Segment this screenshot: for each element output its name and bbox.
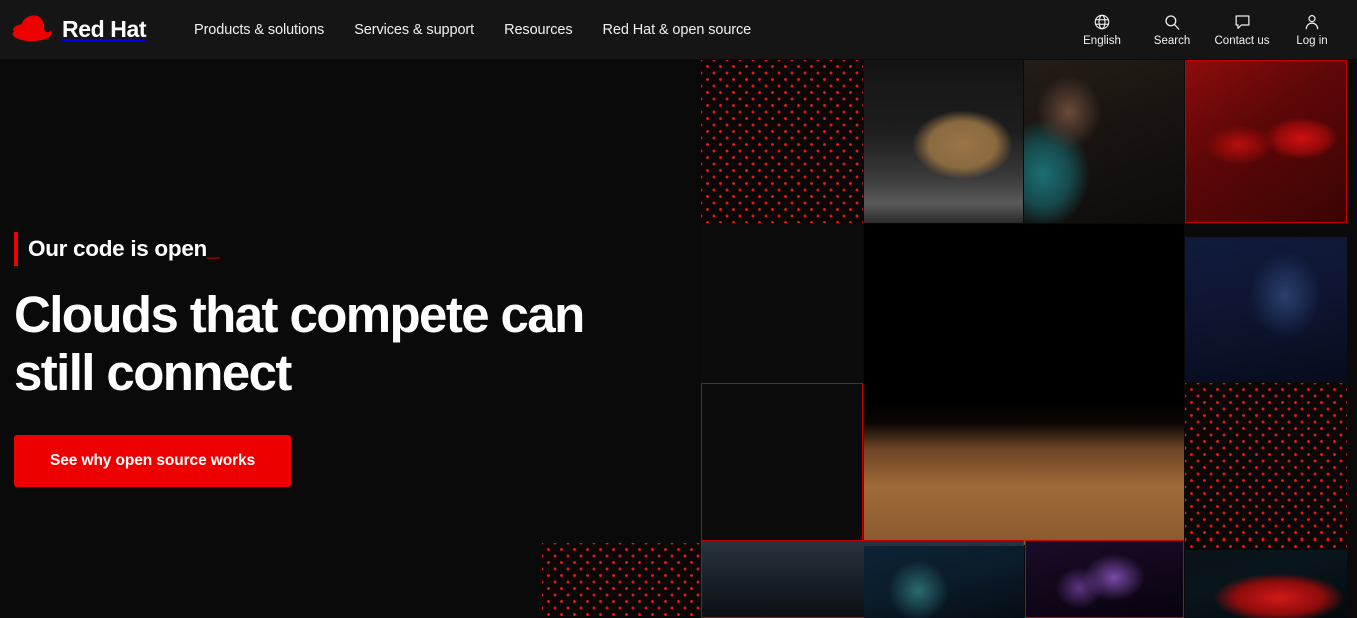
mars-rover-photo	[864, 224, 1184, 545]
nav-item-services-support[interactable]: Services & support	[354, 22, 474, 38]
dot-pattern-strip-right	[1185, 540, 1347, 550]
nav-item-products-solutions[interactable]: Products & solutions	[194, 22, 324, 38]
chat-bubble-icon	[1233, 13, 1252, 32]
user-icon	[1303, 13, 1321, 32]
log-in-button[interactable]: Log in	[1277, 13, 1347, 47]
dot-pattern-tile-bottom	[542, 543, 700, 618]
red-hat-fedora-logo-icon	[6, 12, 58, 48]
audience-crowd-photo	[1025, 540, 1184, 618]
contact-us-button[interactable]: Contact us	[1207, 13, 1277, 47]
top-navigation-bar: Red Hat Products & solutions Services & …	[0, 0, 1357, 59]
red-hat-logo-link[interactable]: Red Hat	[6, 12, 156, 48]
nav-item-red-hat-open-source[interactable]: Red Hat & open source	[603, 22, 752, 38]
hero-eyebrow-row: Our code is open_	[14, 232, 654, 266]
empty-outline-tile	[701, 383, 863, 545]
dot-pattern-tile-right	[1185, 383, 1347, 545]
see-why-open-source-works-button[interactable]: See why open source works	[14, 435, 292, 488]
language-selector[interactable]: English	[1067, 13, 1137, 47]
search-icon	[1163, 13, 1181, 32]
search-button[interactable]: Search	[1137, 13, 1207, 47]
dot-pattern-tile-top-left	[701, 60, 863, 223]
developer-laptop-photo	[864, 546, 1024, 618]
hero-eyebrow-caret: _	[206, 236, 220, 261]
eyebrow-accent-bar	[14, 232, 18, 266]
package-conveyor-photo	[864, 60, 1023, 223]
hero-eyebrow-text: Our code is open	[28, 236, 207, 261]
hero-headline: Clouds that compete can still connect	[14, 286, 585, 401]
contact-us-label: Contact us	[1214, 34, 1270, 47]
soldering-technician-photo	[1024, 60, 1184, 223]
red-car-photo	[1185, 546, 1347, 618]
primary-nav: Products & solutions Services & support …	[194, 22, 751, 38]
search-label: Search	[1153, 34, 1191, 47]
brand-wordmark: Red Hat	[62, 16, 147, 42]
conference-stage-photo	[1185, 237, 1347, 382]
hero-eyebrow: Our code is open_	[28, 236, 220, 262]
utility-nav: English Search Contact us Log in	[1067, 0, 1347, 59]
red-hats-photo	[1185, 60, 1347, 223]
language-label: English	[1083, 34, 1121, 47]
globe-icon	[1093, 13, 1111, 32]
log-in-label: Log in	[1296, 34, 1328, 47]
hero-content: Our code is open_ Clouds that compete ca…	[14, 232, 654, 488]
nav-item-resources[interactable]: Resources	[504, 22, 573, 38]
mosaic-dark-gap-tile	[701, 224, 863, 382]
